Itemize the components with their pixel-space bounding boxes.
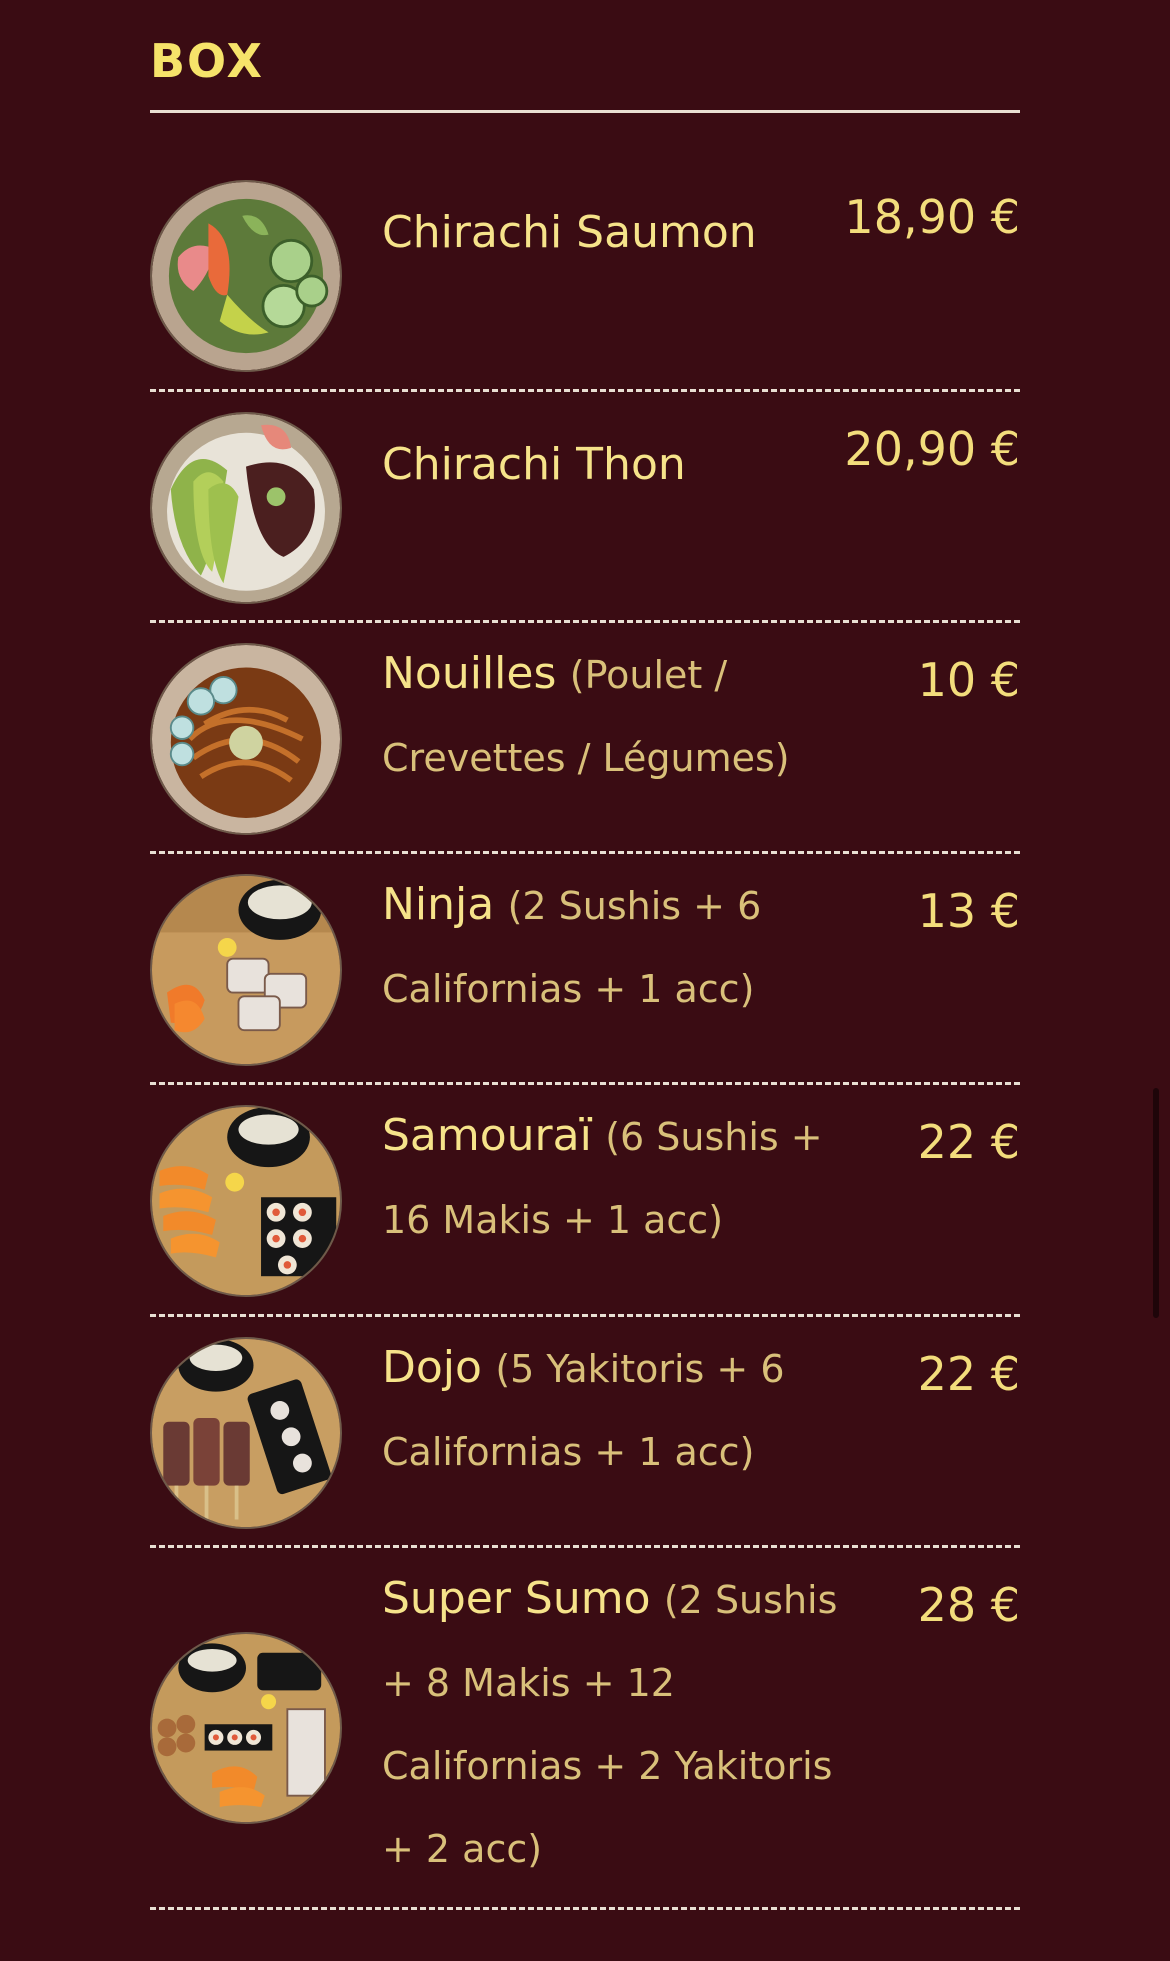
- menu-item[interactable]: Chirachi Thon 20,90 €: [150, 392, 1020, 623]
- super-sumo-box-photo: [150, 1632, 342, 1824]
- item-name: Samouraï: [382, 1110, 592, 1161]
- menu-item[interactable]: Chirachi Saumon 18,90 €: [150, 140, 1020, 392]
- item-price: 22 €: [917, 1115, 1020, 1169]
- noodles-bowl-photo: [150, 643, 342, 835]
- tuna-chirashi-bowl-photo: [150, 412, 342, 604]
- item-name: Nouilles: [382, 648, 557, 699]
- menu-item[interactable]: Super Sumo (2 Sushis + 8 Makis + 12 Cali…: [150, 1548, 1020, 1910]
- menu-item[interactable]: Dojo (5 Yakitoris + 6 Californias + 1 ac…: [150, 1317, 1020, 1548]
- item-name: Dojo: [382, 1342, 482, 1393]
- scrollbar[interactable]: [1153, 1088, 1159, 1318]
- item-price: 18,90 €: [844, 190, 1020, 244]
- menu-item[interactable]: Samouraï (6 Sushis + 16 Makis + 1 acc) 2…: [150, 1085, 1020, 1317]
- item-name: Chirachi Thon: [382, 439, 686, 490]
- samourai-box-photo: [150, 1105, 342, 1297]
- item-price: 20,90 €: [844, 422, 1020, 476]
- item-price: 13 €: [917, 884, 1020, 938]
- item-name: Ninja: [382, 879, 495, 930]
- section-title: BOX: [150, 34, 264, 88]
- menu-item[interactable]: Ninja (2 Sushis + 6 Californias + 1 acc)…: [150, 854, 1020, 1085]
- item-price: 22 €: [917, 1347, 1020, 1401]
- ninja-box-photo: [150, 874, 342, 1066]
- menu-item[interactable]: Nouilles (Poulet / Crevettes / Légumes) …: [150, 623, 1020, 854]
- item-price: 10 €: [917, 653, 1020, 707]
- salmon-chirashi-bowl-photo: [150, 180, 342, 372]
- item-name: Super Sumo: [382, 1573, 651, 1624]
- dojo-box-photo: [150, 1337, 342, 1529]
- menu-list: Chirachi Saumon 18,90 € Chirachi Thon 20…: [150, 140, 1020, 1910]
- title-divider: [150, 110, 1020, 113]
- item-name: Chirachi Saumon: [382, 207, 757, 258]
- item-price: 28 €: [917, 1578, 1020, 1632]
